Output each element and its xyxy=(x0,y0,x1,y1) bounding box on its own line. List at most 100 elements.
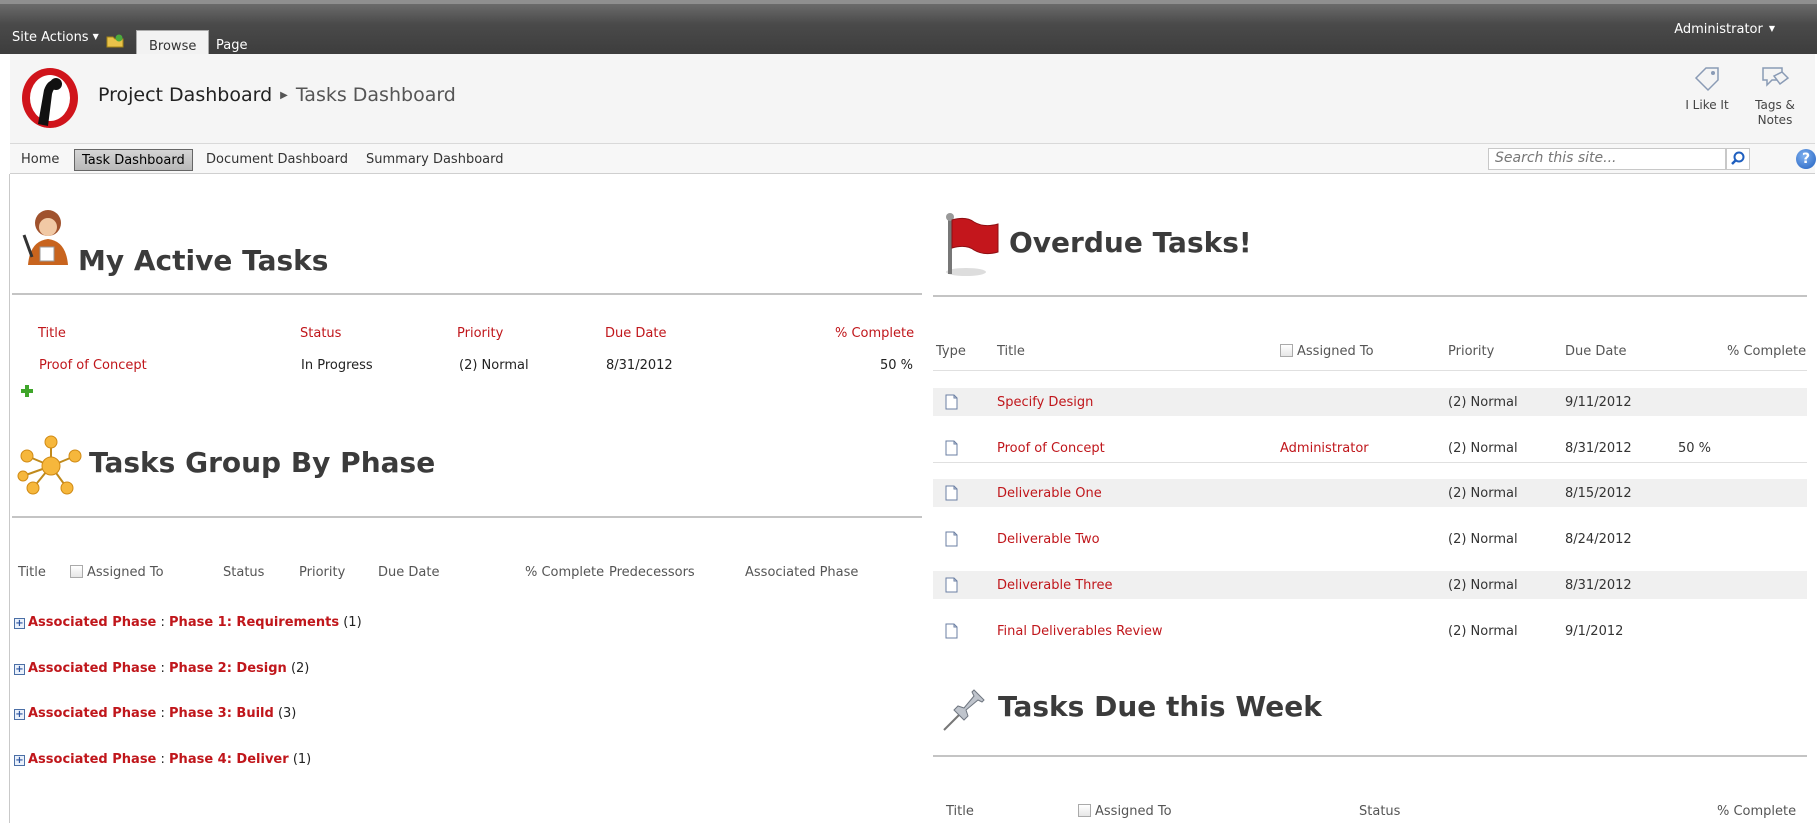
task-due-date: 8/24/2012 xyxy=(1565,532,1632,547)
chevron-down-icon: ▼ xyxy=(92,32,99,41)
section-divider xyxy=(12,293,922,295)
task-title-link[interactable]: Proof of Concept xyxy=(39,358,147,373)
group-field: Associated Phase xyxy=(28,706,157,721)
task-priority: (2) Normal xyxy=(1448,395,1518,410)
task-title-link[interactable]: Proof of Concept xyxy=(997,441,1105,456)
col-priority[interactable]: Priority xyxy=(299,565,345,580)
help-icon[interactable]: ? xyxy=(1796,149,1816,169)
col-status[interactable]: Status xyxy=(223,565,264,580)
col-due-date[interactable]: Due Date xyxy=(1565,344,1626,359)
task-title-link[interactable]: Deliverable One xyxy=(997,486,1102,501)
select-all-checkbox[interactable] xyxy=(1078,804,1091,817)
group-sep: : xyxy=(156,615,170,630)
table-row[interactable]: Deliverable One (2) Normal 8/15/2012 xyxy=(933,479,1807,507)
document-icon xyxy=(945,485,958,501)
row-divider xyxy=(933,462,1807,463)
site-actions-menu[interactable]: Site Actions ▼ xyxy=(12,30,99,45)
expand-icon[interactable]: + xyxy=(14,755,25,766)
group-header-phase-1[interactable]: + Associated Phase : Phase 1: Requirement… xyxy=(14,615,362,630)
col-title[interactable]: Title xyxy=(997,344,1025,359)
col-title[interactable]: Title xyxy=(946,804,974,819)
search-button[interactable] xyxy=(1726,148,1750,170)
group-field: Associated Phase xyxy=(28,752,157,767)
i-like-it-button[interactable]: I Like It xyxy=(1677,64,1737,113)
col-percent-complete[interactable]: % Complete xyxy=(1727,344,1806,359)
top-navigation: Home Task Dashboard Document Dashboard S… xyxy=(10,144,1816,174)
site-actions-label: Site Actions xyxy=(12,30,89,45)
task-priority: (2) Normal xyxy=(459,358,529,373)
col-percent-complete[interactable]: % Complete xyxy=(525,565,604,580)
search-icon xyxy=(1731,151,1745,165)
expand-icon[interactable]: + xyxy=(14,618,25,629)
col-status[interactable]: Status xyxy=(300,326,341,341)
expand-icon[interactable]: + xyxy=(14,709,25,720)
expand-icon[interactable]: + xyxy=(14,664,25,675)
ribbon-bar: Site Actions ▼ Browse Page Administrator ▼ xyxy=(0,0,1817,58)
breadcrumb-site-link[interactable]: Project Dashboard xyxy=(98,84,272,106)
col-due-date[interactable]: Due Date xyxy=(605,326,666,341)
task-title-link[interactable]: Specify Design xyxy=(997,395,1093,410)
nav-document-dashboard[interactable]: Document Dashboard xyxy=(199,149,355,171)
task-title-link[interactable]: Deliverable Three xyxy=(997,578,1112,593)
group-count: (1) xyxy=(343,615,362,630)
task-priority: (2) Normal xyxy=(1448,532,1518,547)
task-title-link[interactable]: Deliverable Two xyxy=(997,532,1100,547)
site-logo[interactable] xyxy=(18,64,82,130)
group-value: Phase 3: Build xyxy=(169,706,274,721)
table-row[interactable]: Deliverable Three (2) Normal 8/31/2012 xyxy=(933,571,1807,599)
red-flag-icon xyxy=(946,213,999,276)
user-menu[interactable]: Administrator ▼ xyxy=(1674,22,1775,37)
section-divider xyxy=(933,755,1807,757)
col-percent-complete[interactable]: % Complete xyxy=(835,326,914,341)
col-associated-phase[interactable]: Associated Phase xyxy=(745,565,858,580)
task-priority: (2) Normal xyxy=(1448,578,1518,593)
assigned-to-link[interactable]: Administrator xyxy=(1280,441,1369,456)
user-name: Administrator xyxy=(1674,22,1763,37)
nav-summary-dashboard[interactable]: Summary Dashboard xyxy=(359,149,510,171)
col-title[interactable]: Title xyxy=(18,565,46,580)
navigate-up-folder-icon[interactable] xyxy=(106,34,124,48)
nav-home[interactable]: Home xyxy=(14,149,66,171)
group-count: (1) xyxy=(292,752,312,767)
table-row[interactable]: Deliverable Two (2) Normal 8/24/2012 xyxy=(933,525,1807,553)
col-assigned-to[interactable]: Assigned To xyxy=(1280,344,1374,359)
nav-task-dashboard[interactable]: Task Dashboard xyxy=(74,149,193,171)
task-title-link[interactable]: Final Deliverables Review xyxy=(997,624,1162,639)
document-icon xyxy=(945,623,958,639)
col-status[interactable]: Status xyxy=(1359,804,1400,819)
group-count: (2) xyxy=(290,661,310,676)
col-due-date[interactable]: Due Date xyxy=(378,565,439,580)
document-icon xyxy=(945,577,958,593)
group-header-phase-4[interactable]: + Associated Phase : Phase 4: Deliver (1) xyxy=(14,752,311,767)
group-header-phase-3[interactable]: + Associated Phase : Phase 3: Build (3) xyxy=(14,706,296,721)
section-divider xyxy=(12,516,922,518)
col-priority[interactable]: Priority xyxy=(457,326,503,341)
pushpin-icon xyxy=(943,689,985,731)
add-item-icon[interactable] xyxy=(21,385,33,397)
col-predecessors[interactable]: Predecessors xyxy=(609,565,695,580)
task-due-date: 8/31/2012 xyxy=(606,358,673,373)
table-row[interactable]: Specify Design (2) Normal 9/11/2012 xyxy=(933,388,1807,416)
section-divider xyxy=(933,295,1807,297)
select-all-checkbox[interactable] xyxy=(1280,344,1293,357)
task-due-date: 8/31/2012 xyxy=(1565,578,1632,593)
select-all-checkbox[interactable] xyxy=(70,565,83,578)
overdue-tasks-title: Overdue Tasks! xyxy=(1009,226,1252,259)
document-icon xyxy=(945,394,958,410)
col-assigned-to-label: Assigned To xyxy=(1297,344,1374,359)
col-title[interactable]: Title xyxy=(38,326,66,341)
table-row[interactable]: Proof of Concept Administrator (2) Norma… xyxy=(933,434,1807,462)
col-priority[interactable]: Priority xyxy=(1448,344,1494,359)
col-assigned-to[interactable]: Assigned To xyxy=(1078,804,1172,819)
search-input[interactable]: Search this site... xyxy=(1488,148,1726,170)
table-row[interactable]: Final Deliverables Review (2) Normal 9/1… xyxy=(933,617,1807,645)
tag-icon xyxy=(1694,67,1719,92)
tags-notes-button[interactable]: Tags & Notes xyxy=(1745,64,1805,128)
col-percent-complete[interactable]: % Complete xyxy=(1717,804,1796,819)
group-header-phase-2[interactable]: + Associated Phase : Phase 2: Design (2) xyxy=(14,661,309,676)
breadcrumb: Project Dashboard ▶ Tasks Dashboard xyxy=(98,84,456,106)
i-like-it-label: I Like It xyxy=(1685,98,1729,112)
tags-label-line2: Notes xyxy=(1757,113,1793,127)
col-assigned-to[interactable]: Assigned To xyxy=(70,565,164,580)
col-type[interactable]: Type xyxy=(936,344,966,359)
